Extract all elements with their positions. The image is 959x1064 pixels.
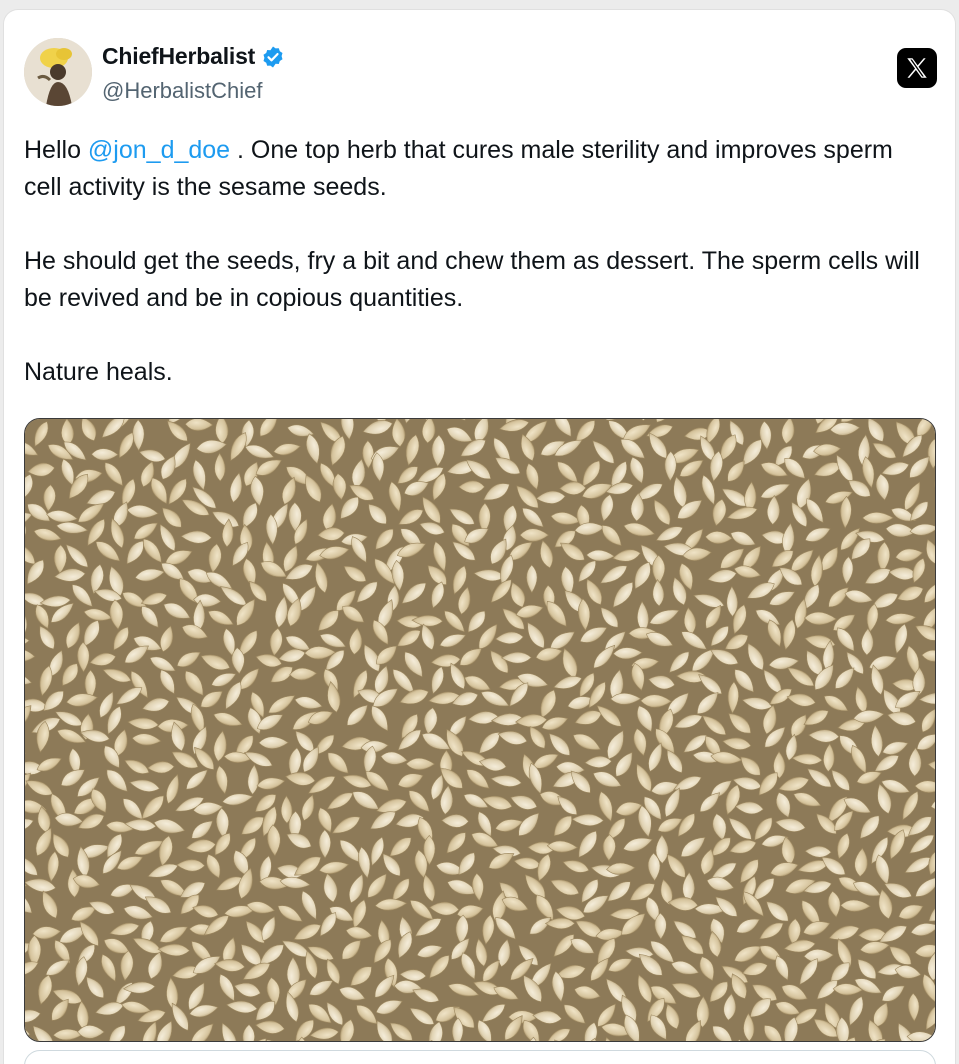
verified-badge-icon [261,45,285,69]
author-handle[interactable]: @HerbalistChief [102,78,263,104]
tweet-paragraph-3: Nature heals. [24,358,173,386]
sesame-seeds-photo[interactable] [24,418,936,1042]
author-name-row: ChiefHerbalist [102,43,285,70]
tweet-paragraph-1: Hello @jon_d_doe . One top herb that cur… [24,132,924,206]
x-logo-icon[interactable] [897,48,937,88]
tweet-card: ChiefHerbalist @HerbalistChief Hello @jo… [4,10,955,1064]
mention-link[interactable]: @jon_d_doe [88,136,230,164]
avatar[interactable] [24,38,92,106]
screenshot-page: ChiefHerbalist @HerbalistChief Hello @jo… [0,0,959,1064]
quoted-tweet-card[interactable] [24,1050,936,1064]
tweet-paragraph-2: He should get the seeds, fry a bit and c… [24,247,920,312]
greeting-text: Hello [24,136,88,164]
sesame-seeds-image [25,419,935,1041]
tweet-text: Hello @jon_d_doe . One top herb that cur… [24,132,924,428]
author-display-name[interactable]: ChiefHerbalist [102,43,255,70]
